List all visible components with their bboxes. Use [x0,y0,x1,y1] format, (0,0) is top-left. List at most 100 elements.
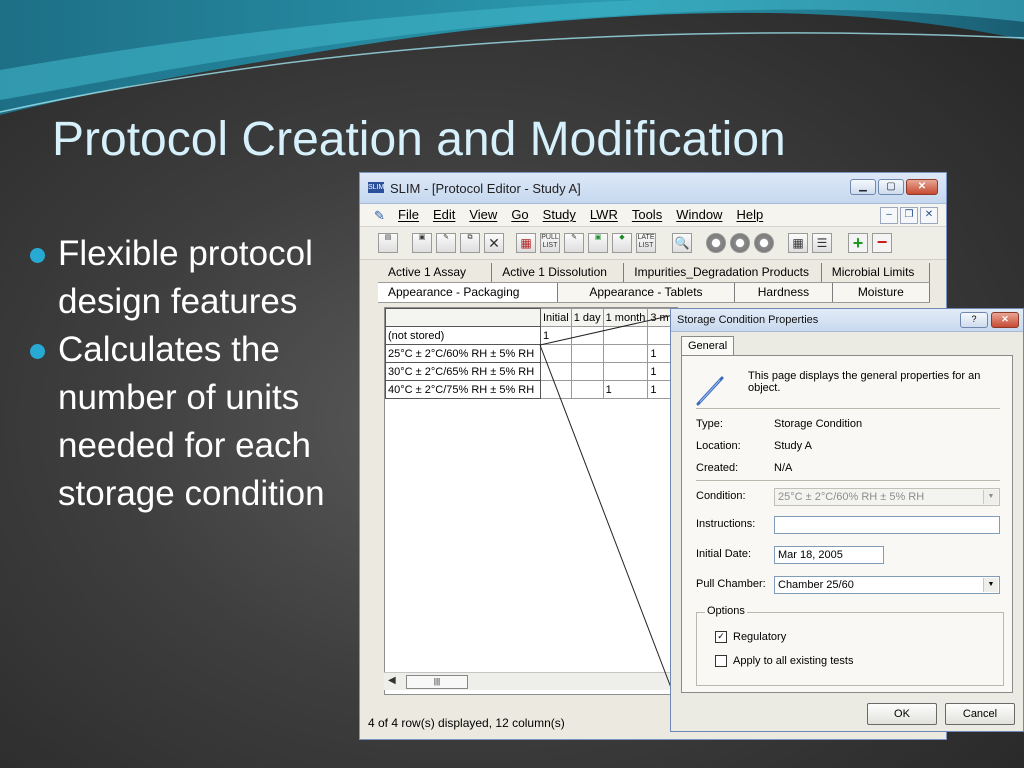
tab-moisture[interactable]: Moisture [833,283,931,302]
regulatory-checkbox[interactable]: ✓ [715,631,727,643]
horizontal-scrollbar[interactable]: ◀ ||| [384,672,676,690]
grid-row[interactable]: (not stored) 1 [385,326,672,345]
menu-view[interactable]: View [469,207,497,222]
grid-cell[interactable]: 1 [540,326,572,345]
mdi-close-button[interactable]: ✕ [920,207,938,224]
grid-cell[interactable] [647,326,672,345]
grid-row[interactable]: 25°C ± 2°C/60% RH ± 5% RH 1 [385,344,672,363]
pull-chamber-label: Pull Chamber: [696,578,766,590]
menu-window[interactable]: Window [676,207,722,222]
samples-icon[interactable]: ▣ [588,233,608,253]
grid-cell[interactable]: 1 [647,380,672,399]
tab-appearance-tablets[interactable]: Appearance - Tablets [558,283,736,302]
back-icon[interactable] [706,233,726,253]
storage-condition-dialog[interactable]: Storage Condition Properties ? ✕ General… [670,308,1024,732]
general-panel: This page displays the general propertie… [681,355,1013,693]
chevron-down-icon[interactable]: ▼ [983,578,998,592]
tab-appearance-packaging[interactable]: Appearance - Packaging [378,283,558,302]
grid-cell[interactable] [570,362,604,381]
stop-icon[interactable] [730,233,750,253]
late-list-icon[interactable]: LATE LIST [636,233,656,253]
tab-microbial-limits[interactable]: Microbial Limits [822,263,930,282]
location-label: Location: [696,440,741,452]
grid-view-icon[interactable]: ▦ [788,233,808,253]
remove-icon[interactable]: − [872,233,892,253]
chart-icon[interactable]: ◆ [612,233,632,253]
tab-active-1-assay[interactable]: Active 1 Assay [378,263,493,282]
menu-help[interactable]: Help [736,207,763,222]
separator [696,408,1000,409]
calendar-icon[interactable]: ▦ [516,233,536,253]
apply-all-label[interactable]: Apply to all existing tests [733,655,853,667]
initial-date-input[interactable]: Mar 18, 2005 [774,546,884,564]
regulatory-label[interactable]: Regulatory [733,631,786,643]
delete-icon[interactable]: ✕ [484,233,504,253]
grid-cell[interactable] [570,344,604,363]
dialog-close-button[interactable]: ✕ [991,312,1019,328]
grid-cell[interactable] [540,380,572,399]
print-icon[interactable]: ▤ [378,233,398,253]
grid-cell[interactable]: 1 [647,344,672,363]
menu-study[interactable]: Study [543,207,576,222]
menu-edit[interactable]: Edit [433,207,455,222]
apply-all-checkbox[interactable] [715,655,727,667]
grid-cell[interactable]: 1 [602,380,649,399]
window-title: SLIM - [Protocol Editor - Study A] [390,181,581,196]
find-icon[interactable]: 🔍 [672,233,692,253]
cancel-button[interactable]: Cancel [945,703,1015,725]
slide-title: Protocol Creation and Modification [52,113,786,166]
grid-row-label[interactable]: 25°C ± 2°C/60% RH ± 5% RH [385,344,541,363]
edit-icon[interactable]: ✎ [436,233,456,253]
grid-row[interactable]: 40°C ± 2°C/75% RH ± 5% RH 1 1 [385,380,672,399]
created-label: Created: [696,462,739,474]
close-button[interactable]: ✕ [906,179,938,195]
condition-dropdown: 25°C ± 2°C/60% RH ± 5% RH ▼ [774,488,1000,506]
pull-chamber-dropdown[interactable]: Chamber 25/60 ▼ [774,576,1000,594]
copy-icon[interactable]: ⧉ [460,233,480,253]
tab-hardness[interactable]: Hardness [735,283,833,302]
grid-cell[interactable] [602,362,649,381]
ok-button[interactable]: OK [867,703,937,725]
grid-row-label[interactable]: (not stored) [385,326,541,345]
grid-row-label[interactable]: 40°C ± 2°C/75% RH ± 5% RH [385,380,541,399]
grid-column-header[interactable]: 1 day [570,308,604,327]
grid-cell[interactable] [602,326,649,345]
grid-row[interactable]: 30°C ± 2°C/65% RH ± 5% RH 1 [385,362,672,381]
tab-active-1-dissolution[interactable]: Active 1 Dissolution [492,263,625,282]
tab-general[interactable]: General [681,336,735,356]
scroll-left-icon[interactable]: ◀ [388,675,396,686]
grid-cell[interactable] [602,344,649,363]
grid-row-label[interactable]: 30°C ± 2°C/65% RH ± 5% RH [385,362,541,381]
menu-lwr[interactable]: LWR [590,207,618,222]
menu-tools[interactable]: Tools [632,207,662,222]
grid-column-header[interactable]: Initial [540,308,572,327]
save-icon[interactable]: ▣ [412,233,432,253]
mdi-minimize-button[interactable]: – [880,207,898,224]
tab-impurities[interactable]: Impurities_Degradation Products [624,263,822,282]
grid-cell[interactable] [540,362,572,381]
instructions-input[interactable] [774,516,1000,534]
pull-list-icon[interactable]: PULL LIST [540,233,560,253]
grid-column-header[interactable]: 1 month [602,308,649,327]
add-icon[interactable]: + [848,233,868,253]
grid-cell[interactable]: 1 [647,362,672,381]
dialog-titlebar[interactable]: Storage Condition Properties ? ✕ [671,309,1023,332]
help-button[interactable]: ? [960,312,988,328]
grid-cell[interactable] [570,326,604,345]
grid-column-header[interactable]: 3 m [647,308,672,327]
separator [696,480,1000,481]
menu-file[interactable]: File [398,207,419,222]
forward-icon[interactable] [754,233,774,253]
maximize-button[interactable]: ▢ [878,179,904,195]
minimize-button[interactable]: ▁ [850,179,876,195]
type-value: Storage Condition [774,418,863,430]
menu-go[interactable]: Go [511,207,528,222]
report-icon[interactable]: ✎ [564,233,584,253]
protocol-grid[interactable]: Initial 1 day 1 month 3 m (not stored) 1… [384,307,678,695]
grid-cell[interactable] [540,344,572,363]
mdi-restore-button[interactable]: ❐ [900,207,918,224]
window-titlebar[interactable]: SLIM SLIM - [Protocol Editor - Study A] … [360,173,946,204]
scrollbar-thumb[interactable]: ||| [406,675,468,689]
grid-cell[interactable] [570,380,604,399]
list-view-icon[interactable]: ☰ [812,233,832,253]
